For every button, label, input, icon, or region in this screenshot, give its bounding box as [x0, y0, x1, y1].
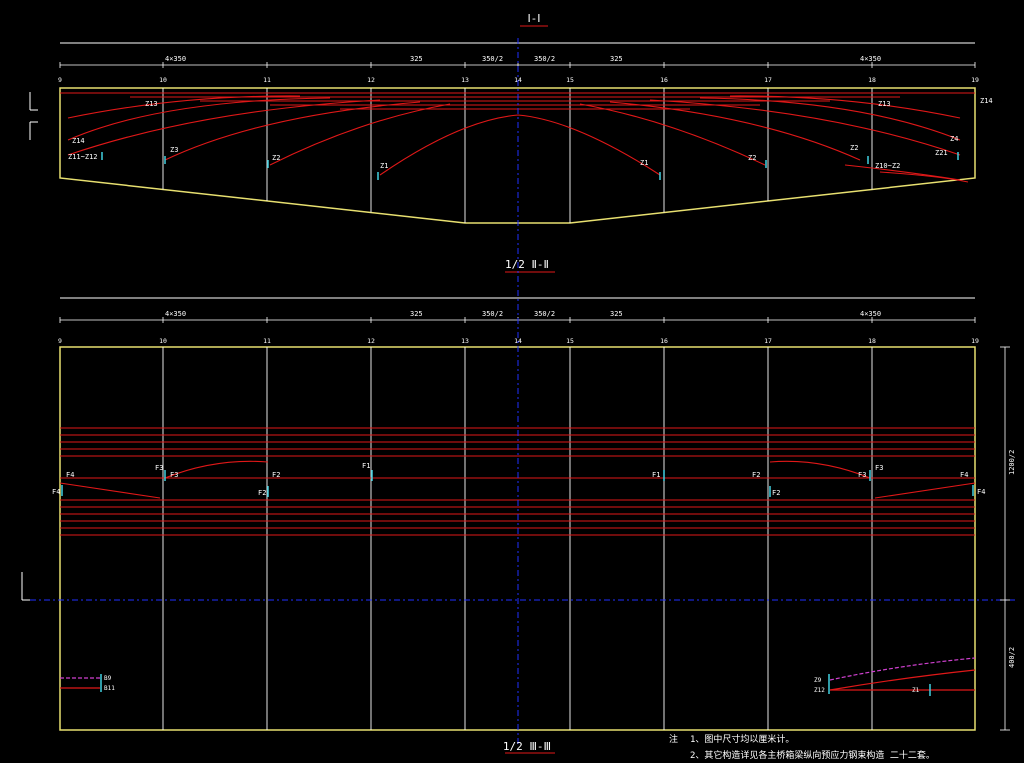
notes-block: 注 1、图中尺寸均以厘米计。 2、其它构造详见各主桥箱梁纵向预应力钢束构造 二十…	[669, 733, 935, 761]
corner-label: Z12	[814, 687, 825, 694]
tendon-label: Z13	[145, 100, 158, 108]
note-line: 1、图中尺寸均以厘米计。	[690, 733, 794, 745]
plan-view: 1/2 Ⅱ-Ⅱ 4×350 325 350/2 350/2 325 4×350 …	[21, 38, 1016, 745]
pier-number: 15	[566, 76, 574, 84]
pier-number: 10	[159, 76, 167, 84]
dim-label: 350/2	[482, 310, 503, 318]
corner-label: Z1	[912, 687, 920, 694]
pier-number: 16	[660, 76, 668, 84]
f-label: F2	[772, 489, 780, 497]
pier-number: 11	[263, 337, 271, 345]
tendon-label: Z1	[380, 162, 388, 170]
tendon-label: Z2	[748, 154, 756, 162]
tendon-label: Z14	[72, 137, 85, 145]
dim-label: 325	[610, 310, 623, 318]
f-label: F1	[362, 462, 370, 470]
pier-number: 19	[971, 76, 979, 84]
corner-detail-right: Z9 Z12 Z1	[814, 657, 976, 696]
dim-label: 4×350	[165, 55, 186, 63]
f-label: F4	[52, 488, 60, 496]
elevation-title: Ⅰ-Ⅰ	[527, 12, 540, 25]
tendon-label: Z2	[272, 154, 280, 162]
note-line: 2、其它构造详见各主桥箱梁纵向预应力钢束构造 二十二套。	[690, 749, 935, 761]
f-label: F3	[875, 464, 883, 472]
pier-number: 13	[461, 337, 469, 345]
notes-label: 注	[669, 733, 678, 745]
f-label: F2	[752, 471, 760, 479]
tendon-label: Z3	[170, 146, 178, 154]
f-label: F4	[977, 488, 985, 496]
dim-label: 350/2	[482, 55, 503, 63]
pier-number: 17	[764, 337, 772, 345]
tendon-label: Z4	[950, 135, 958, 143]
cad-drawing: Ⅰ-Ⅰ 4×350 325 350/2 350/2 325 4×350 9 10 1…	[21, 12, 1016, 761]
tendon-label: Z1	[640, 159, 648, 167]
corner-detail-left: B9 B11	[60, 674, 115, 692]
tendon-label: Z2	[850, 144, 858, 152]
f-label: F3	[170, 471, 178, 479]
dim-label: 350/2	[534, 310, 555, 318]
dim-label: 4×350	[165, 310, 186, 318]
f-label: F2	[272, 471, 280, 479]
corner-label: B9	[104, 675, 112, 682]
tendon-label: Z14	[980, 97, 993, 105]
pier-number: 15	[566, 337, 574, 345]
dim-label: 350/2	[534, 55, 555, 63]
pier-number: 13	[461, 76, 469, 84]
tendon-label: Z21	[935, 149, 948, 157]
dim-label: 325	[410, 310, 423, 318]
bottom-title: 1/2 Ⅲ-Ⅲ	[503, 740, 551, 753]
side-dim-label: 1200/2	[1008, 450, 1016, 475]
pier-number: 18	[868, 76, 876, 84]
pier-number: 16	[660, 337, 668, 345]
side-dimension	[1000, 346, 1010, 731]
dim-label: 325	[410, 55, 423, 63]
f-label: F3	[155, 464, 163, 472]
pier-number: 12	[367, 76, 375, 84]
f-label: F4	[960, 471, 968, 479]
dim-label: 4×350	[860, 55, 881, 63]
pier-number: 12	[367, 337, 375, 345]
f-label: F3	[858, 471, 866, 479]
pier-number: 9	[58, 76, 62, 84]
corner-label: B11	[104, 685, 115, 692]
tendon-label: Z13	[878, 100, 891, 108]
anchor-group	[101, 152, 959, 180]
f-label: F1	[652, 471, 660, 479]
section-marker	[21, 572, 30, 601]
section-marker	[29, 92, 38, 140]
pier-number: 17	[764, 76, 772, 84]
corner-label: Z9	[814, 677, 822, 684]
tendon-label: Z10~Z2	[875, 162, 900, 170]
pier-number: 18	[868, 337, 876, 345]
pier-number: 10	[159, 337, 167, 345]
plan-title: 1/2 Ⅱ-Ⅱ	[505, 258, 549, 271]
pier-number: 11	[263, 76, 271, 84]
f-label: F2	[258, 489, 266, 497]
pier-number: 19	[971, 337, 979, 345]
f-label: F4	[66, 471, 74, 479]
pier-number: 9	[58, 337, 62, 345]
side-dim-label: 400/2	[1008, 647, 1016, 668]
dim-label: 325	[610, 55, 623, 63]
dim-label: 4×350	[860, 310, 881, 318]
tendon-label: Z11~Z12	[68, 153, 98, 161]
elevation-view: Ⅰ-Ⅰ 4×350 325 350/2 350/2 325 4×350 9 10 1…	[29, 12, 993, 323]
